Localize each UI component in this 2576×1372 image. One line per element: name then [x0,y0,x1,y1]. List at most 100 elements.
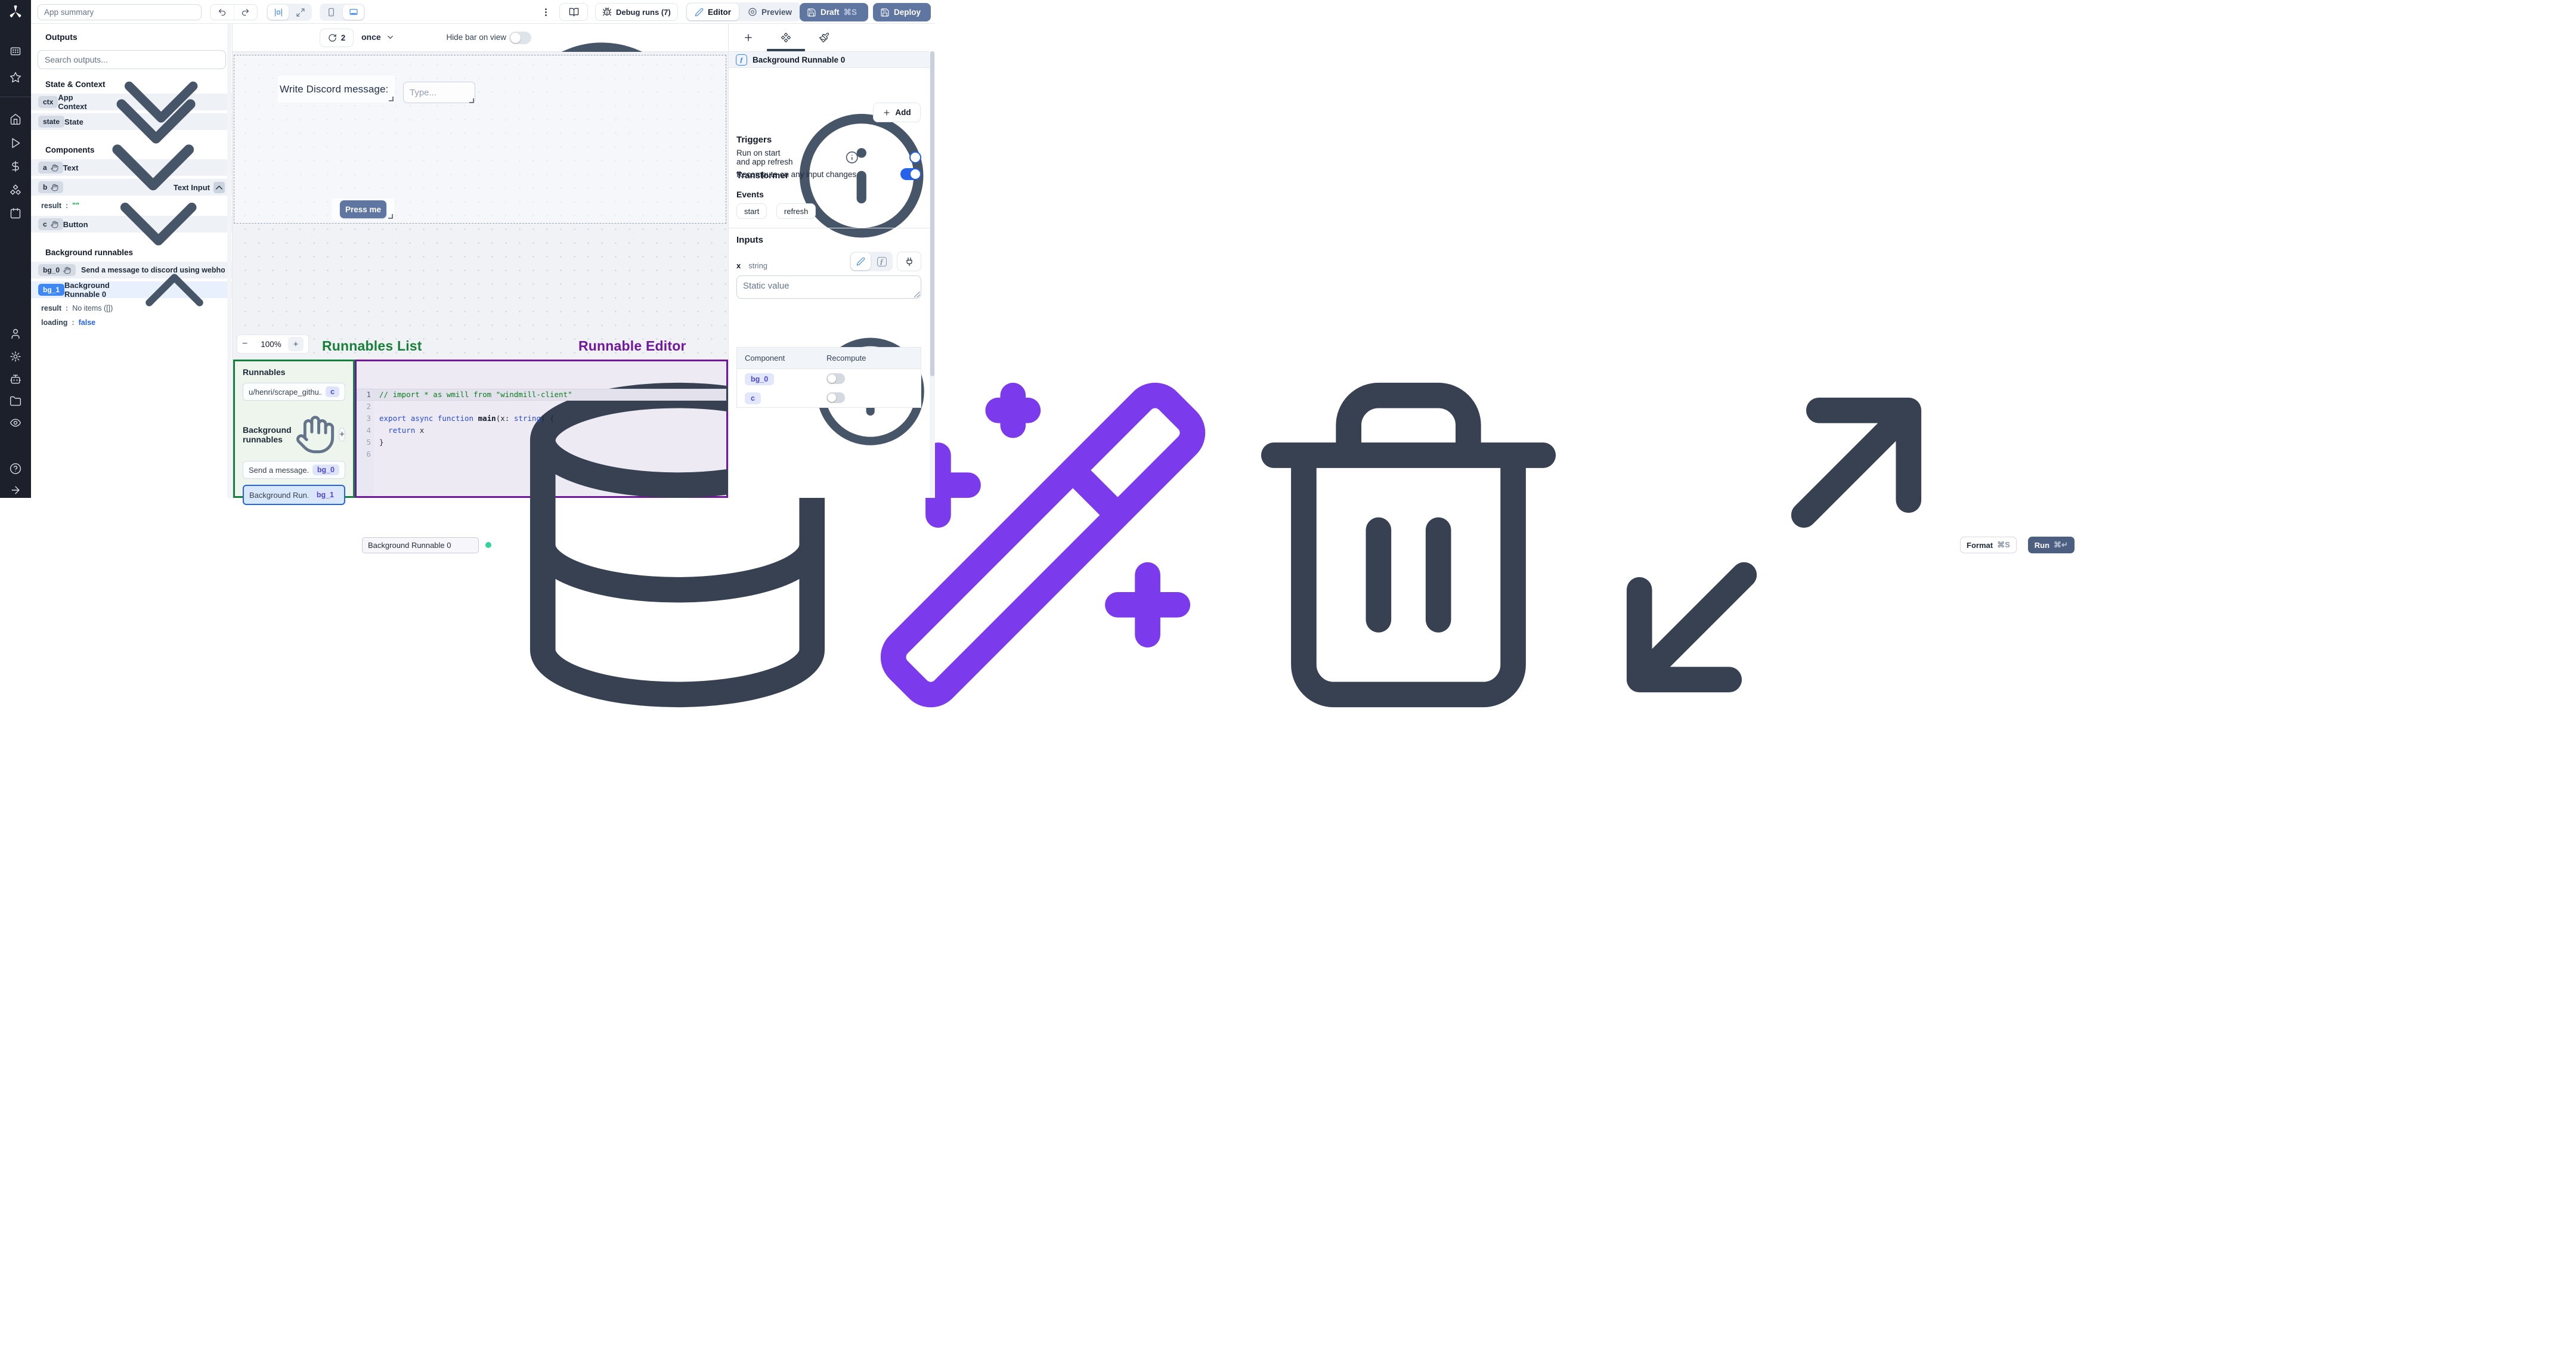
app-canvas[interactable]: Write Discord message: Press me − 100% +… [233,52,2075,708]
code-line[interactable]: 6 [357,448,726,460]
debug-runs-label: Debug runs (7) [616,7,671,17]
format-button[interactable]: Format ⌘S [1960,537,2017,553]
runnable-title-input[interactable] [362,537,479,553]
help-icon[interactable] [10,463,21,475]
code-line[interactable]: 1// import * as wmill from "windmill-cli… [357,389,726,401]
connect-plug-icon[interactable] [897,252,921,271]
add-transformer-button[interactable]: Add [873,103,921,122]
zoom-out-button[interactable]: − [242,339,254,349]
settings-gear-icon[interactable] [10,351,21,363]
runnable-item-label: Background Run... [249,490,308,500]
bg1-label: Background Runnable 0 [64,281,110,299]
run-button[interactable]: Run ⌘↵ [2027,537,2075,553]
runnable-item-bg0[interactable]: Send a message... bg_0 [243,461,345,479]
center-layout-button[interactable] [268,5,289,20]
users-icon[interactable] [10,328,21,340]
event-chip-start[interactable]: start [736,203,767,219]
runnable-item-label: u/henri/scrape_githu... [249,387,323,397]
refresh-count: 2 [340,33,346,42]
desktop-view-button[interactable] [343,5,364,20]
draft-shortcut: ⌘S [843,7,857,17]
undo-redo-group [210,4,258,20]
debug-runs-button[interactable]: Debug runs (7) [595,3,678,21]
function-icon: ƒ [736,54,747,66]
textinput-component[interactable] [403,82,475,103]
runnable-item-badge: bg_0 [312,464,339,476]
c-recompute-toggle[interactable] [826,392,845,403]
outputs-scrollbar[interactable] [227,24,231,498]
variables-dollar-icon[interactable] [10,160,21,172]
event-chip-refresh[interactable]: refresh [776,203,816,219]
code-line[interactable]: 2 [357,401,726,413]
output-row-c[interactable]: c Button [31,203,232,246]
run-on-start-toggle[interactable] [909,151,921,163]
schedules-calendar-icon[interactable] [10,207,21,219]
runnable-settings-panel: ƒ Background Runnable 0 Transformer Add … [728,24,935,498]
code-line[interactable]: 3 export async function main(x: string) { [357,413,726,425]
redo-button[interactable] [233,5,258,20]
bg0-link-badge[interactable]: bg_0 [745,373,775,385]
info-icon[interactable] [799,151,905,164]
textarea-resize-grip[interactable] [914,292,920,298]
recompute-toggle[interactable] [900,168,921,180]
delete-trash-icon[interactable] [1229,366,1588,724]
folders-icon[interactable] [10,395,21,407]
trigger-row-recompute: Recompute on any input changes [736,168,921,181]
expand-icon[interactable] [1594,366,1953,724]
pointer-hand-icon [51,221,58,228]
resources-cubes-icon[interactable] [10,184,21,196]
app-summary-input[interactable] [38,4,202,20]
resize-grip[interactable] [389,97,394,101]
home-icon[interactable] [10,113,21,125]
bg0-recompute-toggle[interactable] [826,373,845,384]
static-mode-pencil-icon[interactable] [851,253,871,270]
tab-editor[interactable]: Editor [687,4,739,20]
table-row-c: c [737,388,921,407]
undo-button[interactable] [210,5,234,20]
code-editor[interactable]: 1// import * as wmill from "windmill-cli… [357,388,726,496]
code-line[interactable]: 4 return x [357,425,726,436]
draft-button[interactable]: Draft ⌘S [800,3,868,21]
more-menu-icon[interactable] [538,5,553,19]
collapse-arrow-icon[interactable] [10,484,21,496]
code-line[interactable]: 5} [357,436,726,448]
refresh-count-button[interactable]: 2 [320,29,354,47]
schedule-select[interactable]: once [361,32,395,42]
runnable-item-bg1-selected[interactable]: Background Run... bg_1 [243,485,345,506]
runs-play-icon[interactable] [10,137,21,149]
insert-component-tab-icon[interactable] [743,32,754,43]
background-runnables-subheading: Background runnables + [243,414,345,455]
text-component[interactable]: Write Discord message: [278,76,395,103]
workers-robot-icon[interactable] [10,373,21,385]
apps-icon[interactable] [10,45,21,57]
fullwidth-layout-button[interactable] [290,5,311,20]
tab-preview[interactable]: Preview [740,4,800,20]
windmill-logo-icon[interactable] [8,4,23,20]
expression-mode-fn-icon[interactable]: ƒ [872,253,891,270]
favorites-star-icon[interactable] [10,72,21,83]
settings-scrollbar[interactable] [930,51,935,498]
column-recompute: Recompute [826,354,866,363]
runnable-editor-panel: Format⌘S Run⌘↵ 1// import * as wmill fro… [355,360,2075,708]
deploy-button[interactable]: Deploy [873,3,931,21]
output-row-bg1-selected[interactable]: bg_1 Background Runnable 0 [31,273,232,306]
runnables-title: Runnables [243,367,286,377]
chevron-down-icon [387,35,393,39]
mobile-view-button[interactable] [321,5,342,20]
static-value-textarea[interactable] [736,275,921,299]
chevron-up-icon[interactable] [124,240,225,340]
audit-eye-icon[interactable] [10,417,21,429]
zoom-in-button[interactable]: + [288,337,304,351]
docs-button[interactable] [559,3,588,21]
press-me-button[interactable]: Press me [340,200,386,218]
c-link-badge[interactable]: c [745,392,761,404]
resize-grip[interactable] [388,214,393,219]
component-settings-tab-icon[interactable] [781,32,791,43]
resize-grip[interactable] [469,98,474,103]
runnable-item-scrape[interactable]: u/henri/scrape_githu... c [243,383,345,401]
add-background-runnable-button[interactable]: + [339,427,345,442]
button-component-wrapper[interactable]: Press me [332,199,394,220]
topbar: Debug runs (7) Editor Preview Draft ⌘S D… [31,0,935,24]
draft-label: Draft [821,8,840,17]
theme-brush-tab-icon[interactable] [819,32,829,43]
